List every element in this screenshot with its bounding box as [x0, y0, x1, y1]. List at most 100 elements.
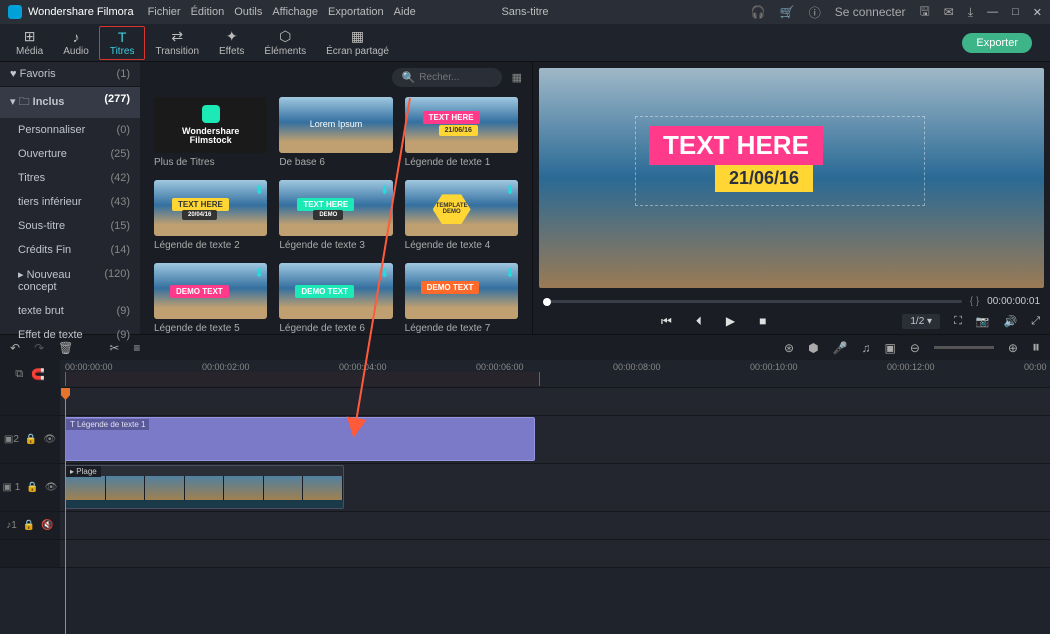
- sidebar-item-ouverture[interactable]: Ouverture(25): [0, 142, 140, 166]
- sidebar-inclus[interactable]: ▾ 🗀 Inclus(277): [0, 87, 140, 118]
- redo-icon[interactable]: ↷: [34, 341, 44, 355]
- app-name: Wondershare Filmora: [28, 6, 134, 18]
- sidebar-item-textebrut[interactable]: texte brut(9): [0, 299, 140, 323]
- link-icon[interactable]: ⧉: [15, 368, 23, 381]
- download-icon[interactable]: ⬇: [254, 266, 264, 280]
- maximize-icon[interactable]: □: [1012, 6, 1019, 19]
- gallery-item[interactable]: Lorem IpsumDe base 6: [279, 97, 392, 168]
- gallery-item-label: Plus de Titres: [154, 157, 267, 168]
- download-icon[interactable]: ⬇: [254, 183, 264, 197]
- menu-view[interactable]: Affichage: [272, 6, 318, 18]
- stop-icon[interactable]: ■: [759, 314, 766, 329]
- close-icon[interactable]: ✕: [1033, 6, 1042, 19]
- tab-split[interactable]: ▦Écran partagé: [316, 26, 399, 60]
- gallery-item[interactable]: WondershareFilmstockPlus de Titres: [154, 97, 267, 168]
- tab-transition[interactable]: ⇄Transition: [145, 26, 209, 60]
- signin-link[interactable]: Se connecter: [835, 5, 906, 19]
- tab-elements[interactable]: ⬡Éléments: [254, 26, 316, 60]
- sidebar-item-titres[interactable]: Titres(42): [0, 166, 140, 190]
- minimize-icon[interactable]: —: [987, 6, 998, 19]
- gallery-item[interactable]: DEMO TEXT⬇Légende de texte 6: [279, 263, 392, 334]
- step-back-icon[interactable]: ⏴: [696, 314, 702, 329]
- gallery-item[interactable]: DEMO TEXT⬇Légende de texte 7: [405, 263, 518, 334]
- lock-icon[interactable]: 🔒: [26, 482, 38, 493]
- download-icon[interactable]: ⬇: [380, 266, 390, 280]
- sidebar-item-nouveau[interactable]: ▸ Nouveau concept(120): [0, 262, 140, 299]
- tab-media[interactable]: ⊞Média: [6, 26, 53, 60]
- lock-icon[interactable]: 🔒: [25, 434, 37, 445]
- mail-icon[interactable]: ✉: [944, 5, 954, 19]
- zoom-slider[interactable]: [934, 346, 994, 349]
- clip-title[interactable]: T Légende de texte 1: [65, 417, 535, 461]
- mute-icon[interactable]: 🔇: [41, 520, 53, 531]
- menu-file[interactable]: Fichier: [148, 6, 181, 18]
- crop-icon[interactable]: ▣: [885, 341, 896, 355]
- prev-icon[interactable]: ⏮: [661, 314, 672, 329]
- snapshot-icon[interactable]: 📷: [976, 315, 990, 328]
- gallery-item[interactable]: TEXT HERE20/04/16⬇Légende de texte 2: [154, 180, 267, 251]
- download-icon[interactable]: ⬇: [505, 266, 515, 280]
- export-button[interactable]: Exporter: [962, 33, 1032, 53]
- lock-icon[interactable]: 🔒: [23, 520, 35, 531]
- preview-zoom-select[interactable]: 1/2 ▾: [902, 314, 940, 329]
- sidebar-item-tiers[interactable]: tiers inférieur(43): [0, 190, 140, 214]
- menu-tools[interactable]: Outils: [234, 6, 262, 18]
- volume-icon[interactable]: 🔊: [1003, 315, 1017, 328]
- gallery-item[interactable]: TEMPLATEDEMO⬇Légende de texte 4: [405, 180, 518, 251]
- track-lane-title[interactable]: T Légende de texte 1: [60, 416, 1050, 463]
- preview-canvas[interactable]: TEXT HERE 21/06/16: [539, 68, 1044, 288]
- selection-range: [65, 372, 540, 386]
- fit-icon[interactable]: ⏸: [1032, 339, 1040, 357]
- gallery-item[interactable]: DEMO TEXT⬇Légende de texte 5: [154, 263, 267, 334]
- preview-main-text: TEXT HERE: [649, 126, 823, 165]
- transport-bar: ⏮ ⏴ ▶ ■ 1/2 ▾ ⛶ 📷 🔊 ⤢: [533, 308, 1050, 334]
- tab-titles[interactable]: TTitres: [99, 26, 146, 60]
- scrub-knob[interactable]: [543, 298, 551, 306]
- sidebar-item-soustitre[interactable]: Sous-titre(15): [0, 214, 140, 238]
- delete-icon[interactable]: 🗑: [58, 341, 73, 355]
- timeline-ruler[interactable]: 00:00:00:0000:00:02:0000:00:04:0000:00:0…: [60, 360, 1050, 388]
- zoom-in-icon[interactable]: ⊕: [1008, 341, 1018, 355]
- grid-view-icon[interactable]: ▦: [512, 71, 522, 84]
- scrub-bar[interactable]: { } 00:00:00:01: [533, 294, 1050, 308]
- gallery-item-label: Légende de texte 1: [405, 157, 518, 168]
- gallery-item[interactable]: TEXT HERE21/06/16Légende de texte 1: [405, 97, 518, 168]
- adjust-icon[interactable]: ≡: [133, 341, 140, 355]
- tab-effects[interactable]: ✦Effets: [209, 26, 254, 60]
- zoom-out-icon[interactable]: ⊖: [910, 341, 920, 355]
- mic-icon[interactable]: 🎤: [833, 341, 848, 355]
- gallery-item-label: Légende de texte 7: [405, 323, 518, 334]
- menu-export[interactable]: Exportation: [328, 6, 384, 18]
- cart-icon[interactable]: 🛒: [780, 5, 795, 19]
- download-icon[interactable]: ⤓: [968, 5, 973, 20]
- playhead[interactable]: [65, 388, 66, 634]
- undo-icon[interactable]: ↶: [10, 341, 20, 355]
- cut-icon[interactable]: ✂: [109, 341, 119, 355]
- color-icon[interactable]: ⊛: [784, 341, 794, 355]
- sidebar-favoris[interactable]: ♥ Favoris(1): [0, 62, 140, 87]
- gallery-item[interactable]: TEXT HEREDEMO⬇Légende de texte 3: [279, 180, 392, 251]
- save-icon[interactable]: 🖫: [920, 2, 930, 23]
- marker-icon[interactable]: ⬢: [808, 341, 818, 355]
- menu-help[interactable]: Aide: [394, 6, 416, 18]
- sidebar-item-credits[interactable]: Crédits Fin(14): [0, 238, 140, 262]
- track-lane-video[interactable]: ▸ Plage: [60, 464, 1050, 511]
- info-icon[interactable]: ⓘ: [809, 4, 821, 21]
- sidebar-item-personnaliser[interactable]: Personnaliser(0): [0, 118, 140, 142]
- eye-icon[interactable]: 👁: [45, 482, 58, 493]
- fullscreen-icon[interactable]: ⤢: [1031, 315, 1040, 328]
- tab-audio[interactable]: ♪Audio: [53, 26, 99, 60]
- display-icon[interactable]: ⛶: [954, 315, 962, 328]
- magnet-icon[interactable]: 🧲: [31, 368, 45, 381]
- clip-video[interactable]: ▸ Plage: [65, 465, 344, 509]
- play-icon[interactable]: ▶: [726, 314, 735, 329]
- headset-icon[interactable]: 🎧: [751, 5, 766, 19]
- download-icon[interactable]: ⬇: [505, 183, 515, 197]
- eye-icon[interactable]: 👁: [43, 434, 56, 445]
- track-lane-audio[interactable]: [60, 512, 1050, 539]
- menu-edit[interactable]: Édition: [191, 6, 225, 18]
- download-icon[interactable]: ⬇: [380, 183, 390, 197]
- search-box[interactable]: 🔍: [392, 68, 502, 87]
- music-icon[interactable]: ♫: [862, 341, 871, 355]
- search-input[interactable]: [419, 72, 489, 83]
